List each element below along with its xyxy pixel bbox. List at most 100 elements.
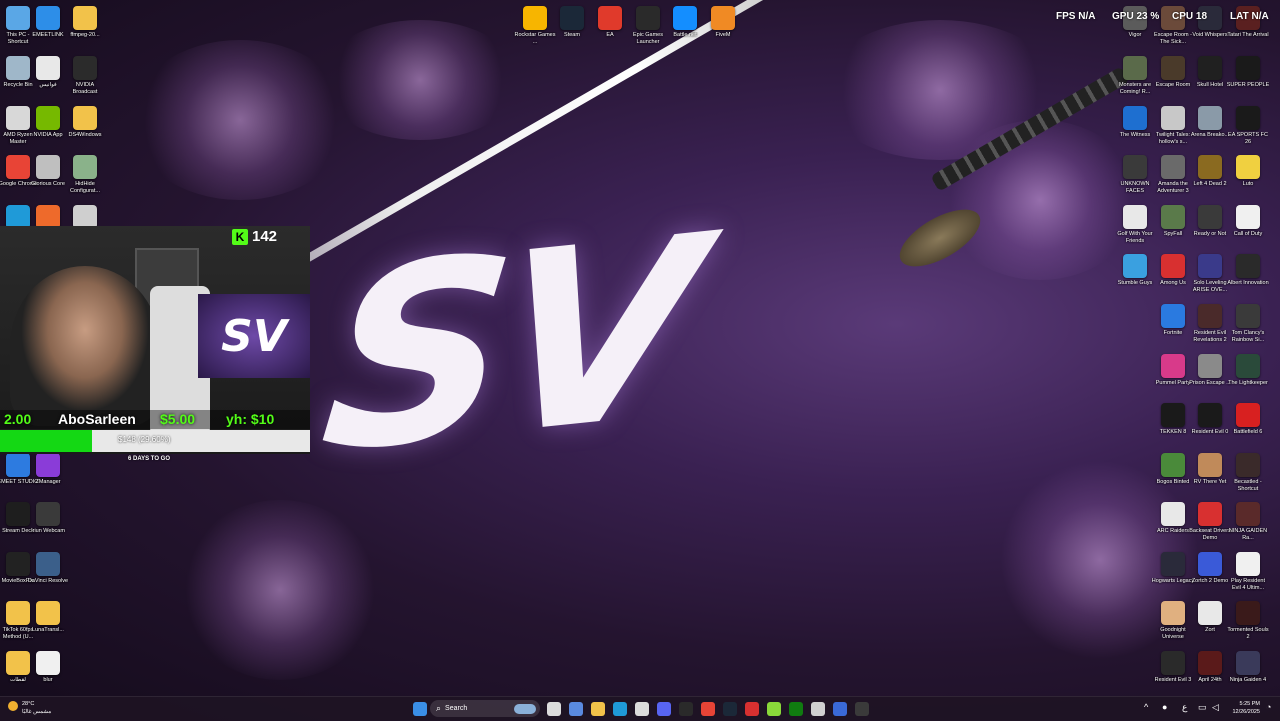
network-icon[interactable]: ▭ — [1198, 702, 1207, 713]
desktop-icon[interactable]: Becastled - Shortcut — [1228, 453, 1268, 493]
desktop-icon[interactable]: ffmpeg-20... — [65, 6, 105, 39]
desktop-icon-label: EA SPORTS FC 26 — [1228, 132, 1268, 145]
desktop-icon[interactable]: SUPER PEOPLE — [1227, 56, 1269, 89]
desktop-icon-label: DS4Windows — [68, 132, 102, 138]
desktop-icon[interactable]: Rockstar Games ... — [515, 6, 555, 46]
zmanager-icon — [36, 453, 60, 477]
desktop-icon[interactable]: Stumble Guys — [1115, 254, 1155, 287]
monsters-icon — [1123, 56, 1147, 80]
edge-icon[interactable] — [613, 702, 627, 716]
desktop-icon[interactable]: Twilight Tales: hollow's s... — [1153, 106, 1193, 146]
desktop-icon[interactable]: Ninja Gaiden 4 — [1228, 651, 1268, 684]
desktop-icon[interactable]: Bogos Binted — [1153, 453, 1193, 486]
desktop-icon[interactable]: Ready or Not — [1190, 205, 1230, 238]
desktop-icon[interactable]: FiveM — [703, 6, 743, 39]
desktop-icon[interactable]: NVIDIA App — [28, 106, 68, 139]
store-icon[interactable] — [635, 702, 649, 716]
desktop-icon[interactable]: Pummel Party — [1153, 354, 1193, 387]
desktop-icon[interactable]: Zort — [1190, 601, 1230, 634]
desktop-icon[interactable]: Epic Games Launcher — [628, 6, 668, 46]
desktop-icon[interactable]: EA — [590, 6, 630, 39]
file-explorer-icon[interactable] — [591, 702, 605, 716]
desktop-icon[interactable]: Escape Room — [1153, 56, 1193, 89]
desktop-icon[interactable]: فوانيس — [28, 56, 68, 89]
task-view-icon[interactable] — [547, 702, 561, 716]
desktop-icon[interactable]: LunaTransl... — [28, 601, 68, 634]
desktop-icon[interactable]: NVIDIA Broadcast — [65, 56, 105, 96]
monitor-icon — [6, 6, 30, 30]
desktop-icon[interactable]: Amanda the Adventurer 3 — [1153, 155, 1193, 195]
desktop-icon[interactable]: NINJA GAIDEN Ra... — [1228, 502, 1268, 542]
clock-date[interactable]: 12/26/2025 — [1222, 709, 1260, 715]
desktop-icon[interactable]: Resident Evil 3 — [1153, 651, 1193, 684]
desktop-icon[interactable]: April 24th — [1190, 651, 1230, 684]
terminal-icon[interactable] — [855, 702, 869, 716]
notification-bell-icon[interactable]: ◔ — [1266, 702, 1271, 712]
desktop-icon[interactable]: Steam — [552, 6, 592, 39]
desktop-icon[interactable]: EA SPORTS FC 26 — [1228, 106, 1268, 146]
desktop-icon[interactable]: The Witness — [1115, 106, 1155, 139]
desktop-icon[interactable]: Resident Evil Revelations 2 — [1190, 304, 1230, 344]
desktop-icon[interactable]: Luto — [1228, 155, 1268, 188]
language-indicator[interactable]: ع — [1182, 702, 1187, 713]
amd-ryzen-icon — [6, 106, 30, 130]
desktop-icon[interactable]: The Lightkeeper — [1228, 354, 1268, 387]
desktop-icon[interactable]: UNKNOWN FACES — [1115, 155, 1155, 195]
desktop-icon[interactable]: Among Us — [1153, 254, 1193, 287]
xbox-icon[interactable] — [789, 702, 803, 716]
arc-raiders-icon — [1161, 502, 1185, 526]
desktop-icon[interactable]: ZManager — [28, 453, 68, 486]
desktop-icon[interactable]: Fortnite — [1153, 304, 1193, 337]
desktop-icon[interactable]: EMEETLINK — [28, 6, 68, 39]
volume-icon[interactable]: ◁ — [1212, 702, 1219, 713]
desktop-icon[interactable]: Iriun Webcam — [28, 502, 68, 535]
desktop-icon[interactable]: Monsters are Coming! R... — [1115, 56, 1155, 96]
desktop-icon[interactable]: Glorious Core — [28, 155, 68, 188]
obs-icon[interactable] — [679, 702, 693, 716]
desktop-icon[interactable]: Albert Innovation — [1227, 254, 1269, 287]
desktop-icon[interactable]: Prison Escape ... — [1189, 354, 1231, 387]
settings-icon[interactable] — [811, 702, 825, 716]
chrome-icon[interactable] — [701, 702, 715, 716]
desktop-icon[interactable]: Solo Leveling ARISE OVE... — [1190, 254, 1230, 294]
desktop-icon[interactable]: RV There Yet — [1190, 453, 1230, 486]
desktop-icon[interactable]: DaVinci Resolve — [28, 552, 68, 585]
desktop-icon[interactable]: Arena Breako... — [1190, 106, 1230, 139]
desktop-icon[interactable]: Skull Hotel — [1190, 56, 1230, 89]
app-icon[interactable] — [767, 702, 781, 716]
discord-icon[interactable] — [657, 702, 671, 716]
desktop-icon[interactable]: DS4Windows — [65, 106, 105, 139]
desktop-icon[interactable]: Resident Evil 0 — [1190, 403, 1230, 436]
desktop-icon[interactable]: Backseat Drivers Demo — [1189, 502, 1231, 542]
microphone-icon[interactable]: ● — [1162, 702, 1167, 712]
desktop-icon[interactable]: Call of Duty — [1228, 205, 1268, 238]
iriun-icon — [36, 502, 60, 526]
weather-temp[interactable]: 28°C — [22, 701, 34, 707]
desktop-icon[interactable]: ARC Raiders — [1153, 502, 1193, 535]
weather-icon[interactable] — [8, 701, 18, 711]
desktop-icon[interactable]: Left 4 Dead 2 — [1190, 155, 1230, 188]
stream-deck-icon[interactable] — [833, 702, 847, 716]
search-input[interactable]: ⌕ Search — [430, 700, 540, 717]
desktop-icon[interactable]: blur — [28, 651, 68, 684]
desktop-icon[interactable]: Hogwarts Legacy — [1152, 552, 1194, 585]
blossom-decor — [940, 120, 1140, 280]
desktop-icon[interactable]: Battle.net — [665, 6, 705, 39]
weather-desc[interactable]: مشمس غالبًا — [22, 709, 51, 715]
capcut-icon[interactable] — [745, 702, 759, 716]
desktop-icon[interactable]: Goodnight Universe — [1153, 601, 1193, 641]
desktop-icon[interactable]: Golf With Your Friends — [1115, 205, 1155, 245]
steam-icon[interactable] — [723, 702, 737, 716]
copilot-icon[interactable] — [569, 702, 583, 716]
desktop-icon[interactable]: SpyFall — [1153, 205, 1193, 238]
desktop-icon[interactable]: Zortch 2 Demo — [1190, 552, 1230, 585]
desktop-icon[interactable]: Tom Clancy's Rainbow Si... — [1228, 304, 1268, 344]
desktop-icon[interactable]: TEKKEN 8 — [1153, 403, 1193, 436]
desktop-icon[interactable]: HidHide Configurat... — [65, 155, 105, 195]
desktop-icon[interactable]: Play Resident Evil 4 Ultim... — [1228, 552, 1268, 592]
desktop-icon[interactable]: Tormented Souls 2 — [1227, 601, 1269, 641]
desktop-icon[interactable]: Battlefield 6 — [1228, 403, 1268, 436]
windows-start-icon[interactable] — [413, 702, 427, 716]
clock-time[interactable]: 5:25 PM — [1222, 701, 1260, 707]
chevron-up-icon[interactable]: ^ — [1144, 702, 1148, 712]
